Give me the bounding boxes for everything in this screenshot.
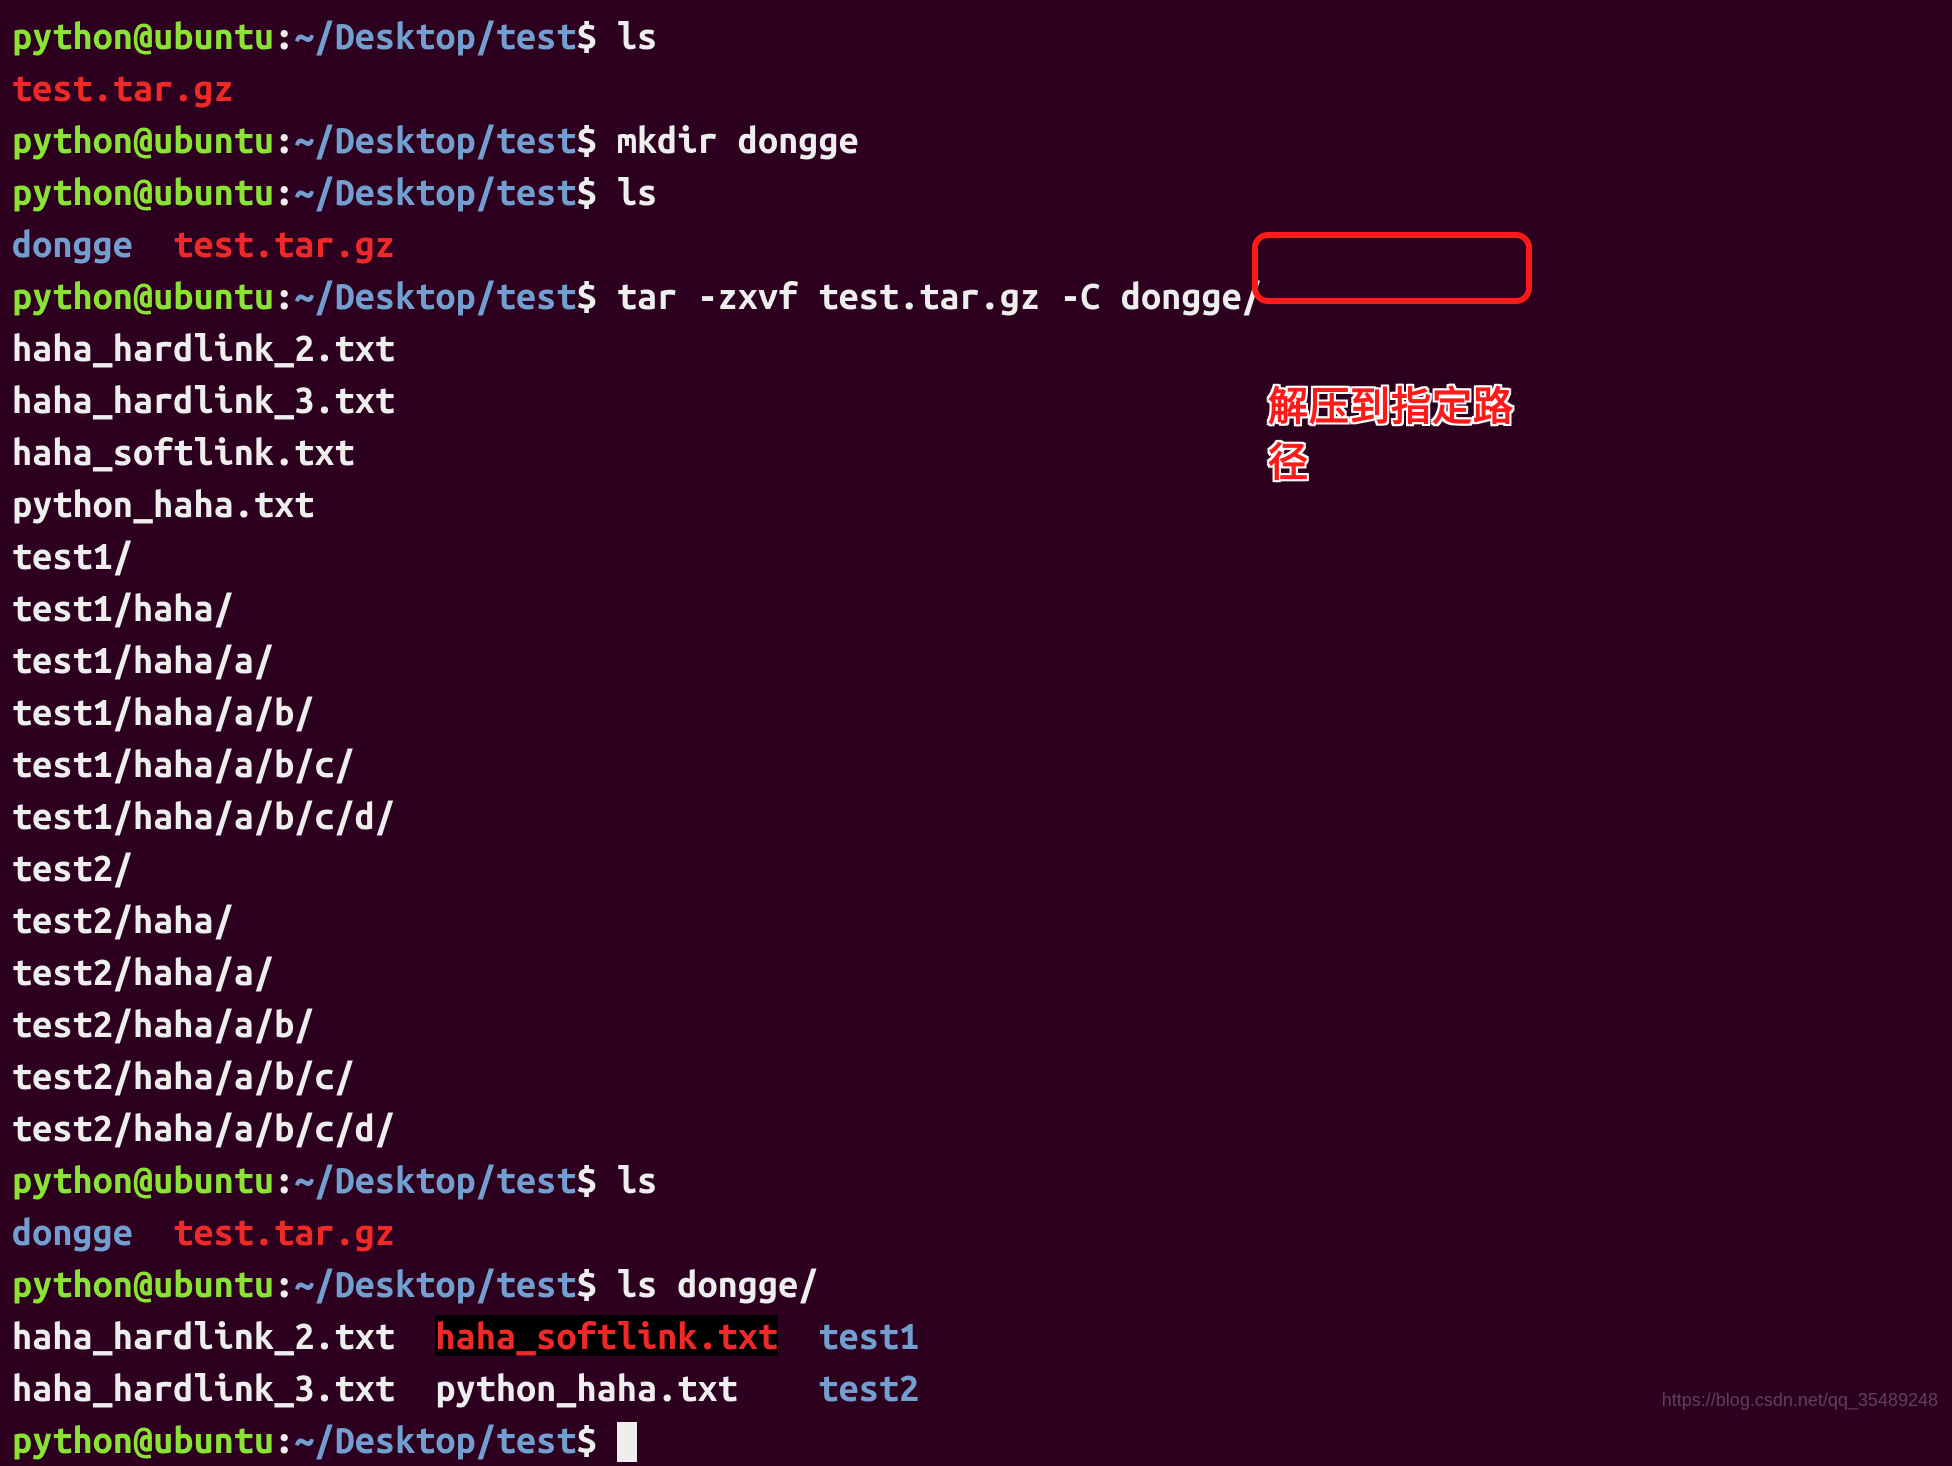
prompt-separator: :: [274, 119, 294, 160]
source-watermark: https://blog.csdn.net/qq_35489248: [1662, 1374, 1938, 1426]
listing-item: test.tar.gz: [173, 1211, 395, 1252]
terminal-line: test2/: [12, 842, 1940, 894]
terminal-line: dongge test.tar.gz: [12, 218, 1940, 270]
terminal-line: test.tar.gz: [12, 62, 1940, 114]
terminal-line: python@ubuntu:~/Desktop/test$: [12, 1414, 1940, 1466]
prompt-symbol: $: [577, 15, 617, 56]
listing-item: [133, 1211, 173, 1252]
terminal-line: test2/haha/a/b/c/d/: [12, 1102, 1940, 1154]
output-text: test2/haha/a/b/c/d/: [12, 1107, 395, 1148]
listing-item: haha_hardlink_2.txt: [12, 1315, 435, 1356]
prompt-user: python@ubuntu: [12, 1263, 274, 1304]
prompt-path: ~/Desktop/test: [294, 171, 576, 212]
output-text: test1/haha/a/b/: [12, 691, 314, 732]
output-text: test1/haha/a/: [12, 639, 274, 680]
prompt-user: python@ubuntu: [12, 275, 274, 316]
terminal-line: test2/haha/: [12, 894, 1940, 946]
prompt-path: ~/Desktop/test: [294, 1159, 576, 1200]
prompt-user: python@ubuntu: [12, 1419, 274, 1460]
terminal-line: test1/: [12, 530, 1940, 582]
listing-item: [133, 223, 173, 264]
listing-item: test1: [818, 1315, 919, 1356]
terminal-line: test2/haha/a/b/: [12, 998, 1940, 1050]
listing-item: test.tar.gz: [173, 223, 395, 264]
listing-item: [778, 1315, 818, 1356]
terminal-line: test1/haha/a/b/c/d/: [12, 790, 1940, 842]
prompt-symbol: $: [577, 275, 617, 316]
output-text: test1/: [12, 535, 133, 576]
prompt-separator: :: [274, 1159, 294, 1200]
terminal-line: test1/haha/a/b/: [12, 686, 1940, 738]
terminal-line: haha_hardlink_3.txt python_haha.txt test…: [12, 1362, 1940, 1414]
prompt-symbol: $: [577, 1263, 617, 1304]
prompt-separator: :: [274, 1419, 294, 1460]
command-text: mkdir dongge: [617, 119, 859, 160]
command-text: ls: [617, 171, 657, 212]
prompt-user: python@ubuntu: [12, 15, 274, 56]
output-text: test1/haha/a/b/c/d/: [12, 795, 395, 836]
terminal-line: haha_hardlink_2.txt: [12, 322, 1940, 374]
output-text: test2/haha/: [12, 899, 234, 940]
prompt-symbol: $: [577, 119, 617, 160]
prompt-user: python@ubuntu: [12, 171, 274, 212]
prompt-path: ~/Desktop/test: [294, 119, 576, 160]
command-text: ls: [617, 1159, 657, 1200]
output-text: test2/haha/a/b/: [12, 1003, 314, 1044]
output-text: test2/haha/a/b/c/: [12, 1055, 355, 1096]
prompt-separator: :: [274, 275, 294, 316]
output-text: test2/haha/a/: [12, 951, 274, 992]
terminal-line: test1/haha/a/: [12, 634, 1940, 686]
listing-item: test.tar.gz: [12, 67, 234, 108]
prompt-separator: :: [274, 1263, 294, 1304]
prompt-symbol: $: [577, 171, 617, 212]
listing-item: dongge: [12, 1211, 133, 1252]
terminal-line: python@ubuntu:~/Desktop/test$ mkdir dong…: [12, 114, 1940, 166]
command-text: ls: [617, 15, 657, 56]
prompt-user: python@ubuntu: [12, 119, 274, 160]
terminal-line: python@ubuntu:~/Desktop/test$ ls: [12, 1154, 1940, 1206]
annotation-text: 解压到指定路 径: [1268, 378, 1514, 490]
prompt-user: python@ubuntu: [12, 1159, 274, 1200]
annotation-highlight-box: [1252, 232, 1532, 304]
terminal-line: test1/haha/a/b/c/: [12, 738, 1940, 790]
prompt-path: ~/Desktop/test: [294, 275, 576, 316]
terminal-line: dongge test.tar.gz: [12, 1206, 1940, 1258]
prompt-path: ~/Desktop/test: [294, 15, 576, 56]
terminal-line: python@ubuntu:~/Desktop/test$ ls: [12, 166, 1940, 218]
prompt-separator: :: [274, 171, 294, 212]
output-text: test1/haha/: [12, 587, 234, 628]
terminal-line: haha_softlink.txt: [12, 426, 1940, 478]
terminal-line: test2/haha/a/: [12, 946, 1940, 998]
command-text: tar -zxvf test.tar.gz -C dongge/: [617, 275, 1262, 316]
output-text: test2/: [12, 847, 133, 888]
prompt-separator: :: [274, 15, 294, 56]
output-text: haha_hardlink_2.txt: [12, 327, 395, 368]
prompt-path: ~/Desktop/test: [294, 1419, 576, 1460]
prompt-symbol: $: [577, 1159, 617, 1200]
output-text: haha_softlink.txt: [12, 431, 355, 472]
output-text: haha_hardlink_3.txt: [12, 379, 395, 420]
cursor: [617, 1422, 637, 1462]
output-text: test1/haha/a/b/c/: [12, 743, 355, 784]
terminal-output[interactable]: python@ubuntu:~/Desktop/test$ lstest.tar…: [12, 10, 1940, 1466]
prompt-symbol: $: [577, 1419, 617, 1460]
output-text: python_haha.txt: [12, 483, 314, 524]
terminal-line: haha_hardlink_2.txt haha_softlink.txt te…: [12, 1310, 1940, 1362]
terminal-line: python@ubuntu:~/Desktop/test$ tar -zxvf …: [12, 270, 1940, 322]
listing-item: dongge: [12, 223, 133, 264]
terminal-line: test2/haha/a/b/c/: [12, 1050, 1940, 1102]
terminal-line: python@ubuntu:~/Desktop/test$ ls: [12, 10, 1940, 62]
listing-item: test2: [818, 1367, 919, 1408]
terminal-line: haha_hardlink_3.txt: [12, 374, 1940, 426]
command-text: ls dongge/: [617, 1263, 819, 1304]
listing-item: haha_hardlink_3.txt python_haha.txt: [12, 1367, 818, 1408]
listing-item: haha_softlink.txt: [435, 1315, 778, 1356]
terminal-line: python@ubuntu:~/Desktop/test$ ls dongge/: [12, 1258, 1940, 1310]
terminal-line: python_haha.txt: [12, 478, 1940, 530]
terminal-line: test1/haha/: [12, 582, 1940, 634]
prompt-path: ~/Desktop/test: [294, 1263, 576, 1304]
